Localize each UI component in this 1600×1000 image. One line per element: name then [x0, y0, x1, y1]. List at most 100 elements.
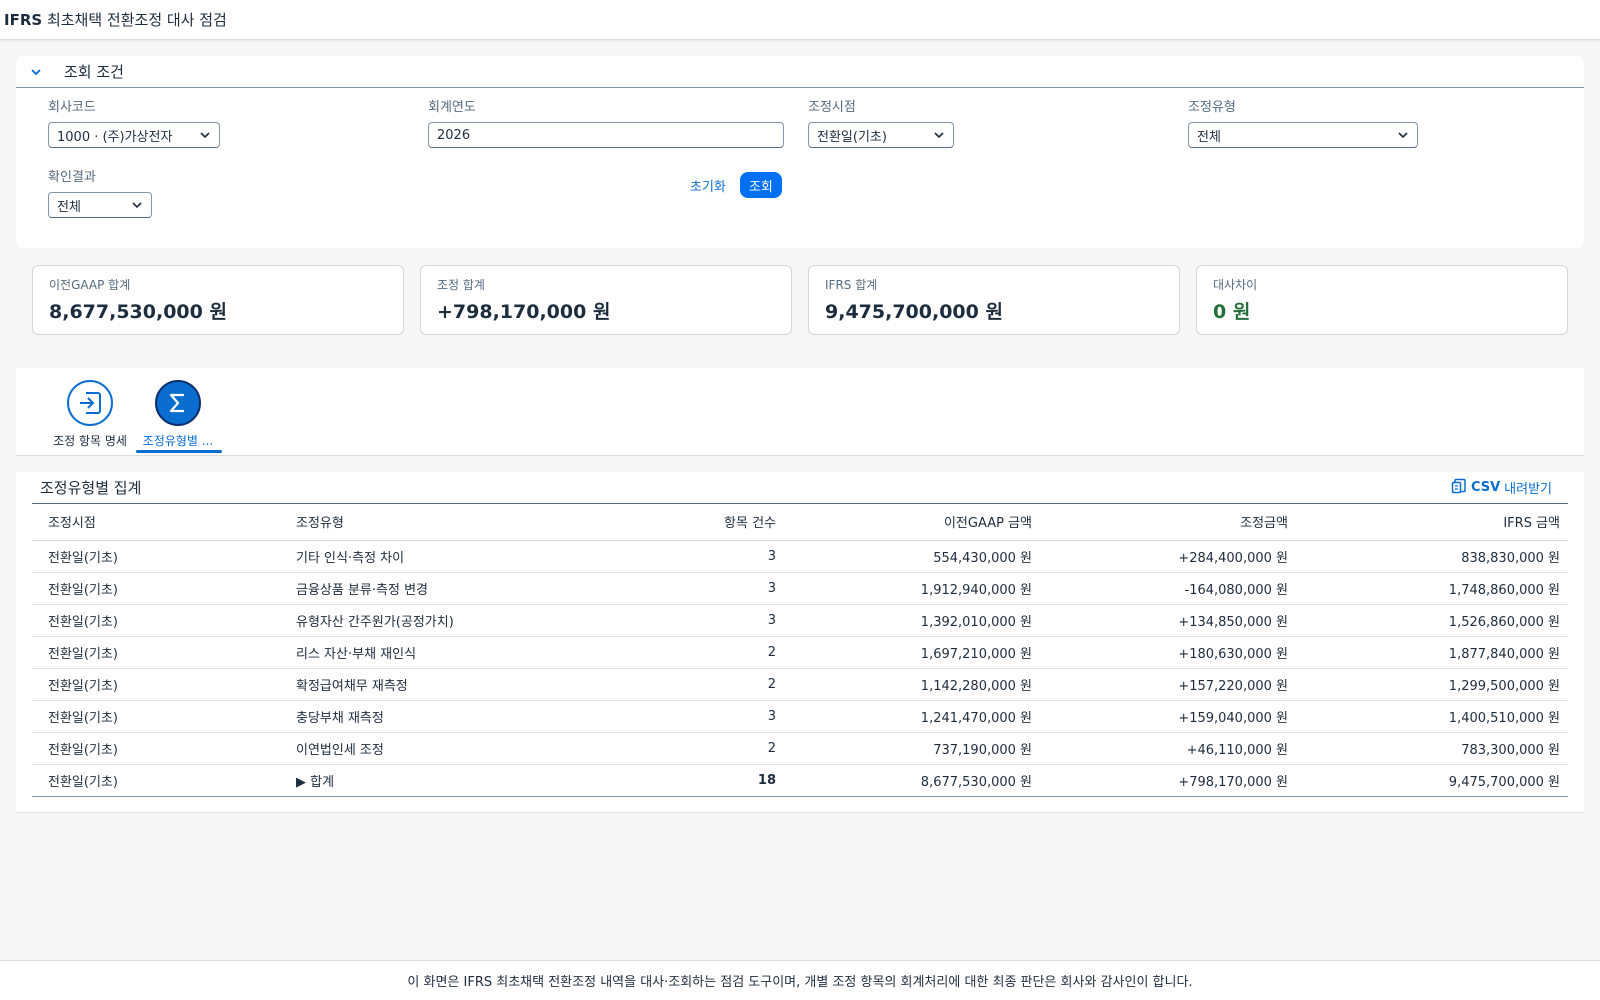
cell-timing: 전환일(기초)	[32, 764, 280, 797]
tab-label: 조정 항목 명세	[53, 434, 127, 448]
csv-download-button[interactable]: CSV 내려받기	[1451, 478, 1552, 498]
cell-type: 금융상품 분류·측정 변경	[280, 572, 632, 605]
cell-count: 3	[632, 572, 784, 605]
cell-timing: 전환일(기초)	[32, 540, 280, 573]
active-tab-indicator	[136, 450, 222, 453]
company-label: 회사코드	[48, 100, 96, 115]
cell-adjustment: +159,040,000 원	[1040, 700, 1296, 733]
year-input[interactable]: 2026	[428, 122, 784, 148]
chevron-down-icon	[131, 199, 143, 211]
chevron-down-icon	[199, 129, 211, 141]
cell-adjustment: +284,400,000 원	[1040, 540, 1296, 573]
cell-ifrs: 838,830,000 원	[1296, 540, 1568, 573]
cell-count: 2	[632, 732, 784, 765]
column-header-count[interactable]: 항목 건수	[632, 504, 784, 541]
filter-bar-title: 조회 조건	[64, 63, 124, 81]
adj-type-field: 조정유형 전체	[1188, 96, 1418, 148]
check-result-value: 전체	[57, 199, 81, 215]
search-button[interactable]: 조회	[739, 172, 782, 198]
cell-prev-gaap: 554,430,000 원	[784, 540, 1040, 573]
column-header-type[interactable]: 조정유형	[280, 504, 632, 541]
table-row[interactable]: 전환일(기초) 충당부채 재측정 3 1,241,470,000 원 +159,…	[32, 700, 1568, 733]
tab-summary-by-type[interactable]: 조정유형별 ...	[134, 380, 222, 449]
timing-label: 조정시점	[808, 100, 856, 115]
cell-ifrs: 1,400,510,000 원	[1296, 700, 1568, 733]
cell-prev-gaap: 8,677,530,000 원	[784, 764, 1040, 797]
table-row[interactable]: 전환일(기초) 금융상품 분류·측정 변경 3 1,912,940,000 원 …	[32, 572, 1568, 605]
summary-title: 조정유형별 집계	[40, 479, 142, 497]
cell-type: 확정급여채무 재측정	[280, 668, 632, 701]
cell-count: 2	[632, 636, 784, 669]
cell-prev-gaap: 1,241,470,000 원	[784, 700, 1040, 733]
timing-field: 조정시점 전환일(기초)	[808, 96, 954, 148]
csv-label-prefix: CSV	[1470, 480, 1501, 495]
cell-count: 3	[632, 604, 784, 637]
shell-bar: IFRS 최초채택 전환조정 대사 점검	[0, 0, 1600, 40]
chevron-down-icon	[933, 129, 945, 141]
footer-text: 이 화면은 IFRS 최초채택 전환조정 내역을 대사·조회하는 점검 도구이며…	[407, 975, 1193, 990]
timing-value: 전환일(기초)	[817, 129, 887, 145]
kpi-label: 대사차이	[1213, 278, 1258, 292]
cell-total-label[interactable]: ▶ 합계	[280, 764, 632, 797]
cell-count: 18	[632, 764, 784, 797]
table-row[interactable]: 전환일(기초) 이연법인세 조정 2 737,190,000 원 +46,110…	[32, 732, 1568, 765]
check-result-select[interactable]: 전체	[48, 192, 152, 218]
sigma-icon	[155, 380, 201, 426]
cell-ifrs: 1,526,860,000 원	[1296, 604, 1568, 637]
year-label: 회계연도	[428, 100, 476, 115]
table-row[interactable]: 전환일(기초) 확정급여채무 재측정 2 1,142,280,000 원 +15…	[32, 668, 1568, 701]
cell-prev-gaap: 1,392,010,000 원	[784, 604, 1040, 637]
kpi-card-difference: 대사차이 0 원	[1196, 265, 1568, 335]
cell-count: 3	[632, 700, 784, 733]
adj-type-select[interactable]: 전체	[1188, 122, 1418, 148]
spreadsheet-export-icon	[1451, 478, 1467, 498]
company-select[interactable]: 1000 · (주)가상전자	[48, 122, 220, 148]
cell-prev-gaap: 1,142,280,000 원	[784, 668, 1040, 701]
company-value: 1000 · (주)가상전자	[57, 129, 173, 145]
cell-adjustment: +180,630,000 원	[1040, 636, 1296, 669]
kpi-value: 0 원	[1213, 301, 1251, 323]
column-header-ifrs[interactable]: IFRS 금액	[1296, 504, 1568, 541]
summary-panel: 조정유형별 집계 CSV 내려받기 조정시점 조정유형 항목 건수 이전GAAP…	[16, 472, 1584, 812]
cell-type: 충당부채 재측정	[280, 700, 632, 733]
table-total-row[interactable]: 전환일(기초) ▶ 합계 18 8,677,530,000 원 +798,170…	[32, 764, 1568, 797]
app-title-rest: 최초채택 전환조정 대사 점검	[42, 11, 227, 29]
column-header-timing[interactable]: 조정시점	[32, 504, 280, 541]
cell-type: 유형자산 간주원가(공정가치)	[280, 604, 632, 637]
footer-disclaimer: 이 화면은 IFRS 최초채택 전환조정 내역을 대사·조회하는 점검 도구이며…	[0, 960, 1600, 1000]
table-row[interactable]: 전환일(기초) 유형자산 간주원가(공정가치) 3 1,392,010,000 …	[32, 604, 1568, 637]
kpi-value: +798,170,000 원	[437, 301, 611, 323]
cell-type: 기타 인식·측정 차이	[280, 540, 632, 573]
cell-adjustment: +46,110,000 원	[1040, 732, 1296, 765]
cell-timing: 전환일(기초)	[32, 572, 280, 605]
year-field: 회계연도 2026	[428, 96, 784, 148]
table-row[interactable]: 전환일(기초) 리스 자산·부채 재인식 2 1,697,210,000 원 +…	[32, 636, 1568, 669]
collapse-chevron-icon[interactable]	[16, 56, 56, 88]
cell-timing: 전환일(기초)	[32, 668, 280, 701]
cell-ifrs: 1,877,840,000 원	[1296, 636, 1568, 669]
summary-table: 조정시점 조정유형 항목 건수 이전GAAP 금액 조정금액 IFRS 금액 전…	[32, 504, 1568, 797]
reset-button[interactable]: 초기화	[690, 176, 726, 195]
filter-actions: 초기화 조회	[690, 172, 782, 198]
cell-type: 이연법인세 조정	[280, 732, 632, 765]
cell-adjustment: -164,080,000 원	[1040, 572, 1296, 605]
table-row[interactable]: 전환일(기초) 기타 인식·측정 차이 3 554,430,000 원 +284…	[32, 540, 1568, 573]
kpi-card-ifrs: IFRS 합계 9,475,700,000 원	[808, 265, 1180, 335]
cell-prev-gaap: 1,697,210,000 원	[784, 636, 1040, 669]
cell-ifrs: 1,299,500,000 원	[1296, 668, 1568, 701]
chevron-down-icon	[1397, 129, 1409, 141]
cell-timing: 전환일(기초)	[32, 700, 280, 733]
summary-header: 조정유형별 집계 CSV 내려받기	[32, 472, 1568, 504]
cell-adjustment: +157,220,000 원	[1040, 668, 1296, 701]
column-header-adjustment[interactable]: 조정금액	[1040, 504, 1296, 541]
kpi-label: IFRS 합계	[825, 278, 878, 292]
cell-adjustment: +134,850,000 원	[1040, 604, 1296, 637]
column-header-prev-gaap[interactable]: 이전GAAP 금액	[784, 504, 1040, 541]
table-header-row: 조정시점 조정유형 항목 건수 이전GAAP 금액 조정금액 IFRS 금액	[32, 504, 1568, 541]
cell-adjustment: +798,170,000 원	[1040, 764, 1296, 797]
cell-ifrs: 1,748,860,000 원	[1296, 572, 1568, 605]
tab-adjustment-details[interactable]: 조정 항목 명세	[46, 380, 134, 449]
kpi-value: 8,677,530,000 원	[49, 301, 227, 323]
cell-timing: 전환일(기초)	[32, 636, 280, 669]
timing-select[interactable]: 전환일(기초)	[808, 122, 954, 148]
